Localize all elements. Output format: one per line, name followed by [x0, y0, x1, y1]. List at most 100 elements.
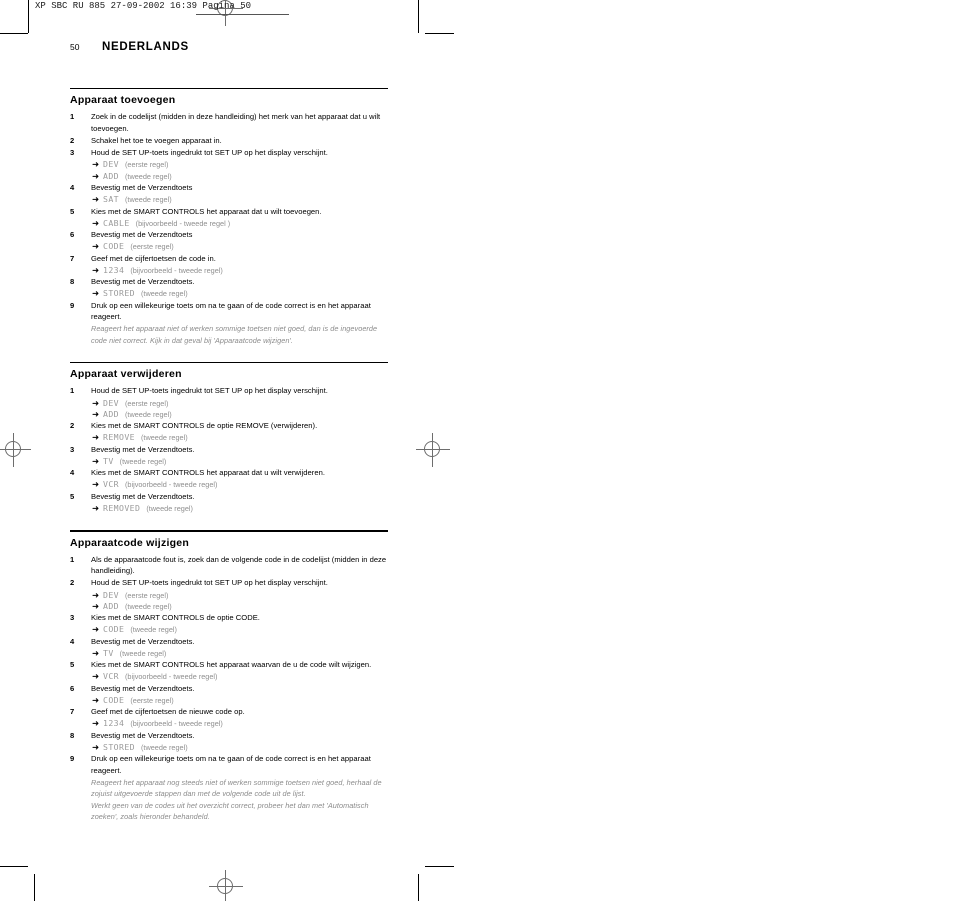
arrow-right-icon: ➜: [92, 432, 100, 443]
step-text: Kies met de SMART CONTROLS de optie CODE…: [91, 613, 260, 623]
arrow-right-icon: ➜: [92, 264, 100, 275]
registration-mark-left: [0, 433, 31, 467]
film-header-underline: [196, 14, 289, 15]
step-text: Als de apparaatcode fout is, zoek dan de…: [91, 554, 387, 576]
display-line-note: (bijvoorbeeld - tweede regel): [130, 265, 223, 275]
section-heading: Apparaat verwijderen: [70, 368, 182, 381]
step-number: 4: [70, 183, 75, 193]
step-text: Bevestig met de Verzendtoets.: [91, 491, 195, 501]
display-line-note: (eerste regel): [130, 242, 174, 252]
instruction-step: 2 Schakel het toe te voegen apparaat in.: [70, 135, 390, 147]
step-number: 4: [70, 468, 75, 478]
step-text: Bevestig met de Verzendtoets.: [91, 683, 195, 693]
display-code-text: REMOVED: [103, 502, 141, 513]
section-divider: [70, 88, 388, 90]
printed-page: XP SBC RU 885 27-09-2002 16:39 Pagina 50…: [0, 0, 954, 901]
step-number: 4: [70, 636, 75, 646]
step-text: Druk op een willekeurige toets om na te …: [91, 300, 371, 322]
step-body: Bevestig met de Verzendtoets: [91, 182, 390, 194]
arrow-right-icon: ➜: [92, 741, 100, 752]
instruction-step: 2 Houd de SET UP-toets ingedrukt tot SET …: [70, 577, 390, 589]
instruction-step: 5 Kies met de SMART CONTROLS het apparaat…: [70, 659, 390, 671]
crop-mark-top-right-vertical: [418, 0, 419, 33]
display-code-text: CABLE: [103, 217, 130, 228]
instruction-step: 7 Geef met de cijfertoetsen de code in.: [70, 253, 390, 265]
step-body: Kies met de SMART CONTROLS het apparaat …: [91, 467, 390, 479]
display-code-text: 1234: [103, 718, 125, 729]
display-readout-line: ➜ STORED (tweede regel): [92, 288, 390, 299]
step-number: 2: [70, 136, 75, 146]
display-code-text: ADD: [103, 408, 119, 419]
instruction-step: 9 Druk op een willekeurige toets om na te…: [70, 753, 390, 776]
display-line-note: (bijvoorbeeld - tweede regel ): [135, 218, 231, 228]
crop-mark-bottom-right-horizontal: [425, 866, 454, 867]
step-text: Houd de SET UP-toets ingedrukt tot SET U…: [91, 386, 328, 396]
display-line-note: (tweede regel): [125, 171, 172, 181]
registration-mark-circle: [424, 441, 440, 457]
instruction-step: 4 Bevestig met de Verzendtoets.: [70, 636, 390, 648]
arrow-right-icon: ➜: [92, 624, 100, 635]
step-body: Bevestig met de Verzendtoets: [91, 229, 390, 241]
step-text: Kies met de SMART CONTROLS het apparaat …: [91, 468, 325, 478]
step-body: Houd de SET UP-toets ingedrukt tot SET U…: [91, 385, 390, 397]
step-text: Bevestig met de Verzendtoets.: [91, 636, 195, 646]
step-body: Bevestig met de Verzendtoets.: [91, 444, 390, 456]
instruction-step: 5 Kies met de SMART CONTROLS het apparaat…: [70, 206, 390, 218]
film-edge-rule: [28, 0, 29, 33]
step-number: 8: [70, 277, 75, 287]
display-line-note: (tweede regel): [140, 433, 188, 443]
display-readout-line: ➜ CABLE (bijvoorbeeld - tweede regel ): [92, 218, 390, 229]
display-readout-line: ➜ DEV (eerste regel): [92, 590, 390, 601]
display-code-text: STORED: [103, 741, 135, 752]
display-line-note: (tweede regel): [130, 625, 177, 635]
arrow-right-icon: ➜: [92, 694, 100, 705]
step-body: Houd de SET UP-toets ingedrukt tot SET U…: [91, 147, 390, 159]
section-divider: [70, 362, 388, 364]
step-number: 7: [70, 707, 75, 717]
arrow-right-icon: ➜: [92, 718, 100, 729]
display-readout-line: ➜ VCR (bijvoorbeeld - tweede regel): [92, 479, 390, 490]
registration-mark-right: [416, 433, 450, 467]
step-remark: Reageert het apparaat niet of werken som…: [91, 324, 378, 345]
display-line-note: (eerste regel): [130, 695, 174, 705]
arrow-right-icon: ➜: [92, 241, 100, 252]
step-number: 9: [70, 300, 75, 310]
instruction-step: 8 Bevestig met de Verzendtoets.: [70, 730, 390, 742]
section: Apparaat toevoegen 1 Zoek in de codelijst …: [70, 88, 390, 346]
instruction-step: 7 Geef met de cijfertoetsen de nieuwe cod…: [70, 706, 390, 718]
display-readout-line: ➜ DEV (eerste regel): [92, 159, 390, 170]
display-code-text: CODE: [103, 241, 125, 252]
display-line-note: (bijvoorbeeld - tweede regel): [125, 672, 218, 682]
arrow-right-icon: ➜: [92, 479, 100, 490]
display-readout-line: ➜ VCR (bijvoorbeeld - tweede regel): [92, 671, 390, 682]
crop-mark-top-left-horizontal: [0, 33, 28, 34]
display-line-note: (bijvoorbeeld - tweede regel): [125, 480, 218, 490]
step-number: 9: [70, 754, 75, 764]
step-number: 5: [70, 660, 75, 670]
film-header-text: XP SBC RU 885 27-09-2002 16:39 Pagina 50: [35, 1, 252, 11]
display-line-note: (tweede regel): [119, 456, 167, 466]
arrow-right-icon: ➜: [92, 194, 100, 205]
display-readout-line: ➜ CODE (tweede regel): [92, 624, 390, 635]
display-readout-line: ➜ CODE (eerste regel): [92, 695, 390, 706]
step-remark: Reageert het apparaat nog steeds niet of…: [91, 778, 382, 799]
display-readout-line: ➜ SAT (tweede regel): [92, 194, 390, 205]
step-text: Zoek in de codelijst (midden in deze han…: [91, 112, 381, 133]
step-number: 5: [70, 206, 75, 216]
step-number: 1: [70, 554, 75, 564]
display-code-text: DEV: [103, 159, 119, 170]
step-body: Bevestig met de Verzendtoets.: [91, 276, 390, 288]
step-body: Kies met de SMART CONTROLS het apparaat …: [91, 206, 390, 218]
crop-mark-top-right-horizontal: [425, 33, 454, 34]
display-readout-line: ➜ TV (tweede regel): [92, 648, 390, 659]
registration-mark-circle: [217, 878, 233, 894]
step-text: Bevestig met de Verzendtoets.: [91, 277, 195, 287]
page-title: NEDERLANDS: [102, 41, 189, 53]
step-text: Bevestig met de Verzendtoets: [91, 230, 193, 240]
instruction-step: 3 Bevestig met de Verzendtoets.: [70, 444, 390, 456]
instruction-step: 8 Bevestig met de Verzendtoets.: [70, 276, 390, 288]
step-number: 1: [70, 386, 75, 396]
step-number: 5: [70, 491, 75, 501]
step-body: Bevestig met de Verzendtoets.: [91, 491, 390, 503]
display-code-text: STORED: [103, 288, 135, 299]
